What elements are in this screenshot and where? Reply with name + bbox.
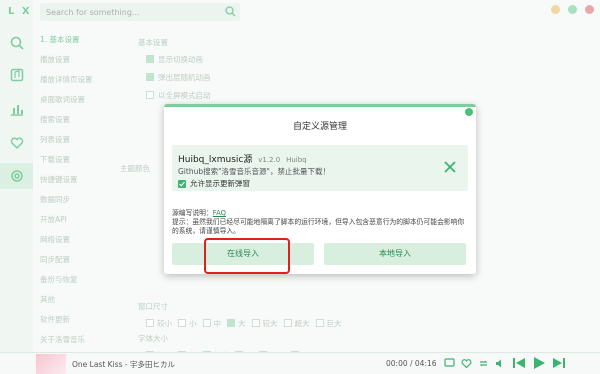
repeat-icon[interactable] (478, 358, 489, 371)
remove-source-icon[interactable] (444, 161, 456, 175)
source-description: Github搜索"洛雪音乐音源"，禁止批量下载！ (178, 167, 331, 176)
close-dialog-button[interactable] (465, 108, 473, 116)
now-playing-title[interactable]: One Last Kiss - 宇多田ヒカル (72, 359, 175, 370)
play-icon[interactable] (532, 356, 546, 372)
doc-label: 源编写说明： (172, 209, 213, 217)
next-track-icon[interactable] (552, 356, 566, 372)
source-name: Huibq_lxmusic源 (178, 155, 253, 165)
source-card: Huibq_lxmusic源 v1.2.0 Huibq Github搜索"洛雪音… (172, 145, 468, 191)
source-version: v1.2.0 (258, 156, 281, 164)
dialog-title: 自定义源管理 (292, 122, 347, 132)
volume-icon[interactable] (495, 358, 506, 371)
warning-text: 提示：虽然我们已经尽可能地隔离了脚本的运行环境，但导入包含恶意行为的脚本仍可能会… (172, 218, 465, 235)
highlight-annotation (204, 238, 290, 274)
dialog-notice: 源编写说明：FAQ 提示：虽然我们已经尽可能地隔离了脚本的运行环境，但导入包含恶… (172, 209, 468, 236)
faq-link[interactable]: FAQ (213, 209, 226, 217)
heart-outline-icon[interactable] (461, 358, 472, 371)
album-cover[interactable] (36, 354, 66, 374)
local-import-button[interactable]: 本地导入 (324, 243, 466, 265)
update-popup-toggle[interactable]: 允许显示更新弹窗 (178, 178, 250, 189)
source-author: Huibq (286, 156, 307, 164)
playback-time: 00:00 / 04:16 (386, 359, 437, 368)
comment-icon[interactable] (444, 357, 455, 371)
checkbox-checked-icon[interactable] (178, 179, 186, 188)
previous-track-icon[interactable] (512, 356, 526, 372)
player-bar: One Last Kiss - 宇多田ヒカル 00:00 / 04:16 (0, 352, 600, 374)
